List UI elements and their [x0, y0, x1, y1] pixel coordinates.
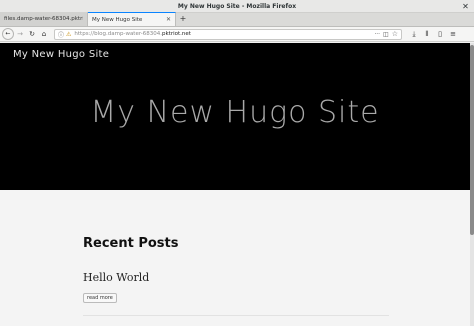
page-actions-icon[interactable]: ···	[374, 31, 380, 38]
reload-icon[interactable]: ↻	[26, 28, 38, 40]
tab-label: My New Hugo Site	[92, 16, 143, 23]
read-more-button[interactable]: read more	[83, 293, 117, 303]
navigation-toolbar: ← → ↻ ⌂ ⓘ ⚠ https://blog.damp-water-6830…	[0, 27, 474, 42]
bookmark-star-icon[interactable]: ☆	[392, 30, 398, 38]
insecure-lock-icon[interactable]: ⚠	[66, 31, 71, 38]
tab-bar: files.damp-water-68304.pktriot... My New…	[0, 12, 474, 27]
menu-icon[interactable]: ≡	[447, 28, 459, 40]
tab-files[interactable]: files.damp-water-68304.pktriot...	[0, 12, 88, 26]
url-bar[interactable]: ⓘ ⚠ https://blog.damp-water-68304.pktrio…	[54, 28, 402, 40]
pocket-icon[interactable]: ◫	[383, 31, 389, 38]
library-icon[interactable]: ⫴	[421, 28, 433, 40]
window-title: My New Hugo Site - Mozilla Firefox	[177, 2, 297, 10]
site-title-link[interactable]: My New Hugo Site	[13, 49, 109, 60]
hero-header: My New Hugo Site My New Hugo Site	[0, 43, 470, 190]
tab-close-icon[interactable]: ✕	[166, 16, 171, 23]
url-text[interactable]: https://blog.damp-water-68304.pktriot.ne…	[74, 31, 191, 37]
info-icon[interactable]: ⓘ	[58, 30, 64, 39]
tab-label: files.damp-water-68304.pktriot...	[4, 16, 83, 22]
tab-hugo-site[interactable]: My New Hugo Site ✕	[88, 12, 176, 26]
new-tab-icon[interactable]: +	[176, 12, 190, 26]
divider	[83, 315, 389, 316]
vertical-scrollbar[interactable]	[470, 43, 474, 326]
url-domain: pktriot.net	[162, 31, 191, 37]
url-prefix: https://blog.damp-water-68304.	[74, 31, 162, 37]
scrollbar-thumb[interactable]	[470, 45, 474, 235]
page-viewport: My New Hugo Site My New Hugo Site Recent…	[0, 43, 470, 326]
recent-posts-heading: Recent Posts	[83, 236, 179, 251]
hero-title: My New Hugo Site	[90, 95, 380, 130]
window-close-icon[interactable]: ✕	[461, 2, 470, 11]
home-icon[interactable]: ⌂	[38, 28, 50, 40]
post-title-link[interactable]: Hello World	[83, 271, 149, 284]
forward-arrow-icon[interactable]: →	[14, 28, 26, 40]
sidebar-icon[interactable]: ▯	[434, 28, 446, 40]
back-arrow-icon[interactable]: ←	[2, 28, 14, 40]
downloads-icon[interactable]: ⤓	[408, 28, 420, 40]
